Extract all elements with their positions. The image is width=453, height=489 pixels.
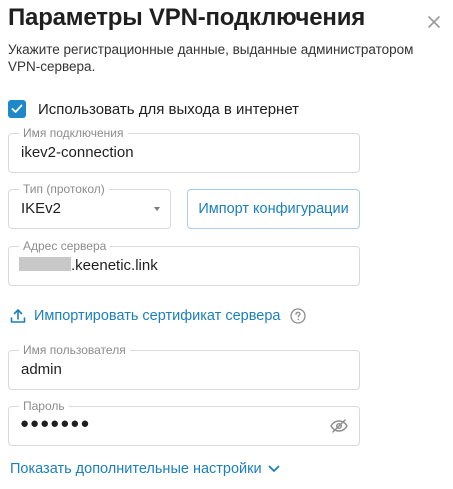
dialog-subtitle: Укажите регистрационные данные, выданные…: [8, 42, 414, 74]
show-advanced-settings-label[interactable]: Показать дополнительные настройки: [10, 461, 262, 477]
help-icon[interactable]: [290, 308, 307, 324]
username-value[interactable]: admin: [21, 361, 62, 378]
redacted-block: [19, 257, 71, 271]
connection-name-label: Имя подключения: [19, 126, 128, 140]
password-label: Пароль: [19, 399, 69, 413]
vpn-settings-dialog: Параметры VPN-подключения Укажите регист…: [0, 0, 453, 489]
connection-name-value[interactable]: ikev2-connection: [21, 144, 134, 161]
username-label: Имя пользователя: [19, 343, 130, 357]
close-icon[interactable]: [424, 12, 444, 32]
show-advanced-settings-link[interactable]: Показать дополнительные настройки: [10, 461, 280, 477]
protocol-select[interactable]: Тип (протокол) IKEv2: [8, 182, 171, 229]
chevron-down-icon[interactable]: [268, 465, 280, 473]
server-address-value[interactable]: .keenetic.link: [19, 257, 158, 274]
password-field[interactable]: Пароль ●●●●●●●: [8, 399, 360, 446]
password-value[interactable]: ●●●●●●●: [20, 415, 90, 432]
connection-name-field[interactable]: Имя подключения ikev2-connection: [8, 126, 360, 173]
import-certificate-label[interactable]: Импортировать сертификат сервера: [34, 308, 280, 324]
checkbox-label: Использовать для выхода в интернет: [38, 100, 300, 118]
checkbox-box[interactable]: [8, 100, 26, 118]
dialog-title: Параметры VPN-подключения: [8, 4, 366, 31]
eye-off-icon[interactable]: [330, 419, 348, 433]
import-certificate-link[interactable]: Импортировать сертификат сервера: [10, 308, 307, 324]
username-field[interactable]: Имя пользователя admin: [8, 343, 360, 390]
checkmark-icon: [11, 104, 23, 113]
use-for-internet-checkbox[interactable]: Использовать для выхода в интернет: [8, 99, 299, 119]
server-address-label: Адрес сервера: [19, 239, 111, 253]
protocol-label: Тип (протокол): [19, 182, 109, 196]
protocol-value[interactable]: IKEv2: [21, 200, 61, 217]
server-domain-suffix: .keenetic.link: [71, 257, 158, 274]
import-config-button[interactable]: Импорт конфигурации: [187, 189, 360, 229]
server-address-field[interactable]: Адрес сервера .keenetic.link: [8, 239, 360, 286]
upload-icon: [10, 309, 26, 323]
dropdown-arrow-icon[interactable]: [154, 207, 160, 211]
